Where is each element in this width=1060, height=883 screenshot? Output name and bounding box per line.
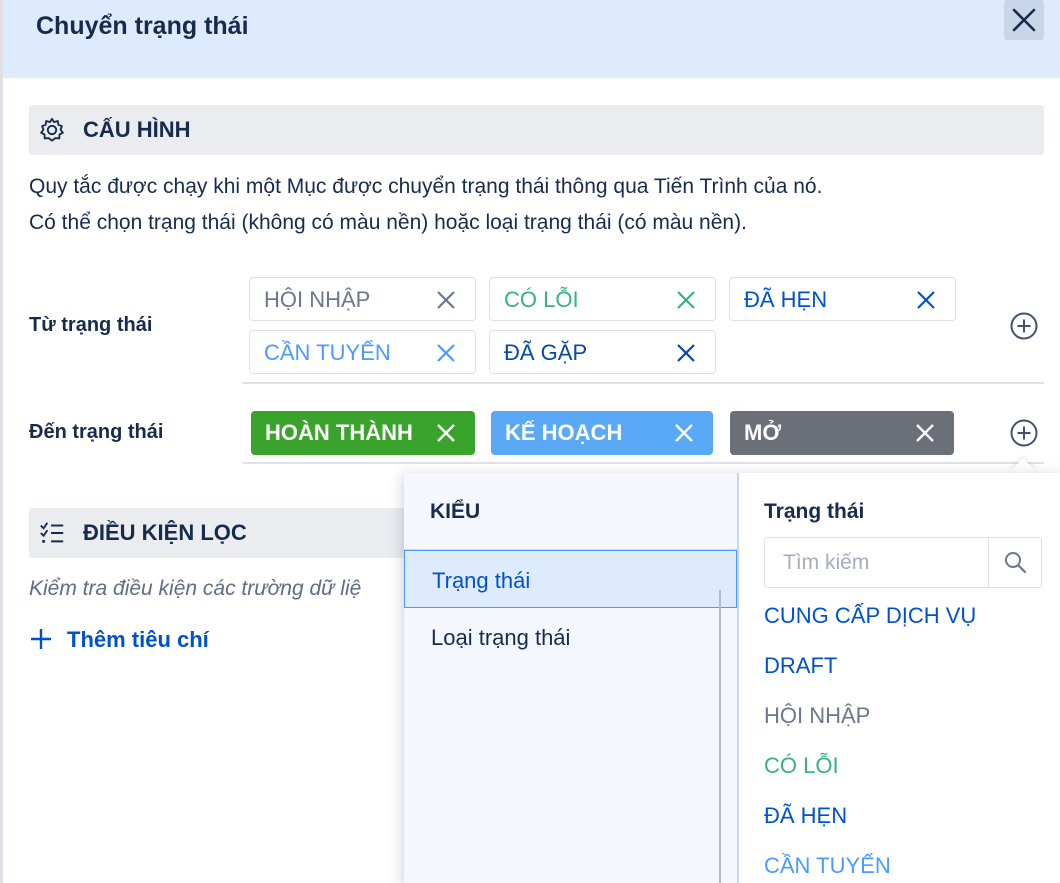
popup-scrollbar[interactable]: [719, 590, 721, 883]
close-button[interactable]: [1004, 0, 1044, 40]
search-icon: [1005, 552, 1027, 574]
from-status-label: Từ trạng thái: [29, 314, 153, 336]
filter-description: Kiểm tra điều kiện các trường dữ liệ: [29, 577, 362, 600]
to-status-chip[interactable]: KẾ HOẠCH: [491, 411, 713, 455]
status-option[interactable]: CÓ LỖI: [764, 753, 839, 779]
to-status-label: Đến trạng thái: [29, 421, 164, 443]
from-status-chip[interactable]: CÓ LỖI: [489, 277, 716, 321]
chip-label: HOÀN THÀNH: [265, 420, 413, 445]
remove-chip-icon[interactable]: [435, 422, 457, 444]
remove-chip-icon[interactable]: [435, 342, 457, 364]
search-button[interactable]: [988, 538, 1041, 587]
filter-section-title: ĐIỀU KIỆN LỌC: [83, 520, 247, 545]
divider: [242, 462, 1044, 464]
chip-label: MỞ: [744, 420, 782, 445]
status-option[interactable]: HỘI NHẬP: [764, 703, 870, 729]
to-status-chip[interactable]: HOÀN THÀNH: [251, 411, 475, 455]
remove-chip-icon[interactable]: [915, 289, 937, 311]
remove-chip-icon[interactable]: [675, 289, 697, 311]
status-option[interactable]: ĐÃ HẸN: [764, 803, 847, 829]
search-input[interactable]: [765, 538, 989, 587]
status-option[interactable]: CẦN TUYỂN: [764, 853, 891, 879]
config-description-line1: Quy tắc được chạy khi một Mục được chuyể…: [29, 175, 823, 198]
divider: [242, 382, 1044, 384]
chip-label: HỘI NHẬP: [264, 287, 371, 312]
status-heading: Trạng thái: [764, 500, 865, 523]
status-picker-popup: KIỂU Trạng thái Loại trạng thái Trạng th…: [404, 473, 1060, 883]
type-option-label: Trạng thái: [432, 568, 531, 593]
from-status-chip[interactable]: HỘI NHẬP: [249, 277, 476, 321]
type-option-status[interactable]: Trạng thái: [404, 550, 737, 608]
add-criteria-label: Thêm tiêu chí: [67, 627, 209, 652]
remove-chip-icon[interactable]: [435, 289, 457, 311]
remove-chip-icon[interactable]: [914, 422, 936, 444]
from-status-chip[interactable]: CẦN TUYỂN: [249, 330, 476, 374]
type-option-label: Loại trạng thái: [431, 625, 571, 650]
left-edge: [0, 0, 3, 883]
status-option[interactable]: DRAFT: [764, 653, 837, 679]
dialog-header: Chuyển trạng thái: [3, 0, 1060, 78]
remove-chip-icon[interactable]: [673, 422, 695, 444]
add-to-status-button[interactable]: [1009, 418, 1039, 448]
status-option[interactable]: CUNG CẤP DỊCH VỤ: [764, 603, 976, 629]
chip-label: CÓ LỖI: [504, 287, 579, 312]
chip-label: ĐÃ GẶP: [504, 340, 588, 365]
search-box: [764, 537, 1042, 588]
type-heading: KIỂU: [430, 500, 481, 523]
from-status-chip[interactable]: ĐÃ HẸN: [729, 277, 956, 321]
chip-label: ĐÃ HẸN: [744, 287, 828, 312]
config-section-header: CẤU HÌNH: [29, 105, 1044, 155]
config-description-line2: Có thể chọn trạng thái (không có màu nền…: [29, 211, 747, 234]
close-icon: [1012, 8, 1036, 32]
chip-label: KẾ HOẠCH: [505, 420, 623, 445]
gear-icon: [40, 117, 64, 142]
checklist-icon: [40, 522, 64, 543]
type-column: KIỂU Trạng thái Loại trạng thái: [404, 473, 739, 883]
from-status-chip[interactable]: ĐÃ GẶP: [489, 330, 716, 374]
add-from-status-button[interactable]: [1009, 311, 1039, 341]
status-column: Trạng thái CUNG CẤP DỊCH VỤ DRAFT HỘI NH…: [739, 473, 1060, 883]
type-option-status-category[interactable]: Loại trạng thái: [404, 608, 737, 666]
config-section-title: CẤU HÌNH: [83, 117, 191, 142]
remove-chip-icon[interactable]: [675, 342, 697, 364]
to-status-chip[interactable]: MỞ: [730, 411, 954, 455]
chip-label: CẦN TUYỂN: [264, 340, 391, 365]
plus-icon: [31, 629, 51, 649]
dialog-title: Chuyển trạng thái: [36, 12, 249, 40]
